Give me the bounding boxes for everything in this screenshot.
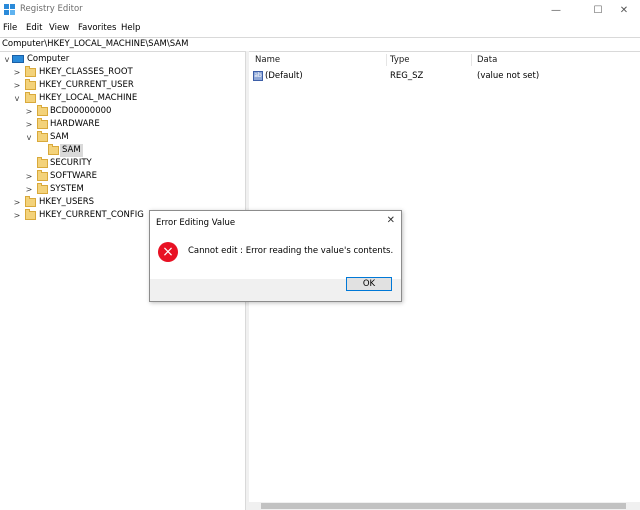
tree-item-system[interactable]: > SYSTEM (0, 183, 245, 196)
column-divider[interactable] (386, 54, 387, 66)
address-bar[interactable]: Computer\HKEY_LOCAL_MACHINE\SAM\SAM (0, 37, 640, 52)
registry-editor-icon (4, 4, 15, 15)
folder-icon (25, 92, 36, 103)
tree-item-label: HKEY_LOCAL_MACHINE (39, 93, 138, 103)
window-title: Registry Editor (20, 4, 83, 14)
menu-help[interactable]: Help (121, 23, 140, 33)
chevron-right-icon[interactable]: > (24, 105, 34, 118)
folder-icon (25, 196, 36, 207)
chevron-right-icon[interactable]: > (24, 183, 34, 196)
close-button[interactable]: ✕ (608, 0, 640, 20)
error-dialog: Error Editing Value ✕ × Cannot edit : Er… (149, 210, 402, 302)
tree-item-hkey-current-user[interactable]: > HKEY_CURRENT_USER (0, 79, 245, 92)
tree-item-label: HARDWARE (50, 119, 100, 129)
string-value-icon: ab (253, 71, 263, 81)
folder-icon (37, 157, 48, 168)
tree-item-label: HKEY_USERS (39, 197, 95, 207)
folder-icon (37, 170, 48, 181)
folder-icon (25, 66, 36, 77)
dialog-close-button[interactable]: ✕ (387, 215, 395, 226)
tree-item-hkey-users[interactable]: > HKEY_USERS (0, 196, 245, 209)
chevron-down-icon[interactable]: v (12, 92, 22, 105)
tree-item-software[interactable]: > SOFTWARE (0, 170, 245, 183)
tree-item-label: Computer (27, 54, 70, 64)
column-header-type[interactable]: Type (390, 55, 410, 65)
tree-item-sam-child[interactable]: SAM (0, 144, 245, 157)
scrollbar-thumb[interactable] (261, 503, 626, 509)
tree-item-computer[interactable]: v Computer (0, 53, 245, 66)
title-bar: Registry Editor — ☐ ✕ (0, 0, 640, 20)
value-type: REG_SZ (390, 71, 424, 81)
tree-item-label: HKEY_CURRENT_CONFIG (39, 210, 144, 220)
tree-item-label: SOFTWARE (50, 171, 98, 181)
menu-edit[interactable]: Edit (26, 23, 42, 33)
tree-item-bcd[interactable]: > BCD00000000 (0, 105, 245, 118)
chevron-right-icon[interactable]: > (24, 118, 34, 131)
value-name: (Default) (265, 71, 303, 81)
folder-icon (25, 79, 36, 90)
tree-item-hkey-classes-root[interactable]: > HKEY_CLASSES_ROOT (0, 66, 245, 79)
minimize-button[interactable]: — (540, 0, 572, 20)
folder-icon (37, 105, 48, 116)
folder-icon (25, 209, 36, 220)
error-message: Cannot edit : Error reading the value's … (188, 246, 394, 256)
horizontal-scrollbar[interactable] (249, 502, 640, 510)
error-icon: × (158, 242, 178, 262)
tree-item-label: HKEY_CURRENT_USER (39, 80, 134, 90)
chevron-right-icon[interactable]: > (12, 209, 22, 222)
tree-item-label-selected: SAM (60, 144, 83, 157)
tree-item-label: BCD00000000 (50, 106, 112, 116)
dialog-body: × Cannot edit : Error reading the value'… (150, 233, 401, 279)
folder-icon (48, 144, 59, 155)
tree-item-label: SAM (50, 132, 69, 142)
menu-bar: File Edit View Favorites Help (0, 21, 640, 36)
computer-icon (12, 55, 24, 63)
ok-button[interactable]: OK (346, 277, 392, 291)
address-path[interactable]: Computer\HKEY_LOCAL_MACHINE\SAM\SAM (2, 39, 188, 49)
chevron-right-icon[interactable]: > (24, 170, 34, 183)
column-divider[interactable] (471, 54, 472, 66)
column-header-name[interactable]: Name (255, 55, 280, 65)
tree-item-hkey-local-machine[interactable]: v HKEY_LOCAL_MACHINE (0, 92, 245, 105)
chevron-down-icon[interactable]: v (24, 131, 34, 144)
folder-icon (37, 183, 48, 194)
tree-item-hardware[interactable]: > HARDWARE (0, 118, 245, 131)
column-header-data[interactable]: Data (477, 55, 497, 65)
chevron-right-icon[interactable]: > (12, 79, 22, 92)
tree-item-label: SYSTEM (50, 184, 84, 194)
chevron-down-icon[interactable]: v (2, 53, 12, 66)
folder-icon (37, 131, 48, 142)
tree-item-security[interactable]: SECURITY (0, 157, 245, 170)
dialog-title: Error Editing Value (156, 218, 236, 228)
tree-item-sam[interactable]: v SAM (0, 131, 245, 144)
value-data: (value not set) (477, 71, 540, 81)
menu-favorites[interactable]: Favorites (78, 23, 116, 33)
menu-file[interactable]: File (3, 23, 17, 33)
tree-item-label: SECURITY (50, 158, 92, 168)
folder-icon (37, 118, 48, 129)
chevron-right-icon[interactable]: > (12, 196, 22, 209)
menu-view[interactable]: View (49, 23, 69, 33)
tree-item-label: HKEY_CLASSES_ROOT (39, 67, 133, 77)
chevron-right-icon[interactable]: > (12, 66, 22, 79)
